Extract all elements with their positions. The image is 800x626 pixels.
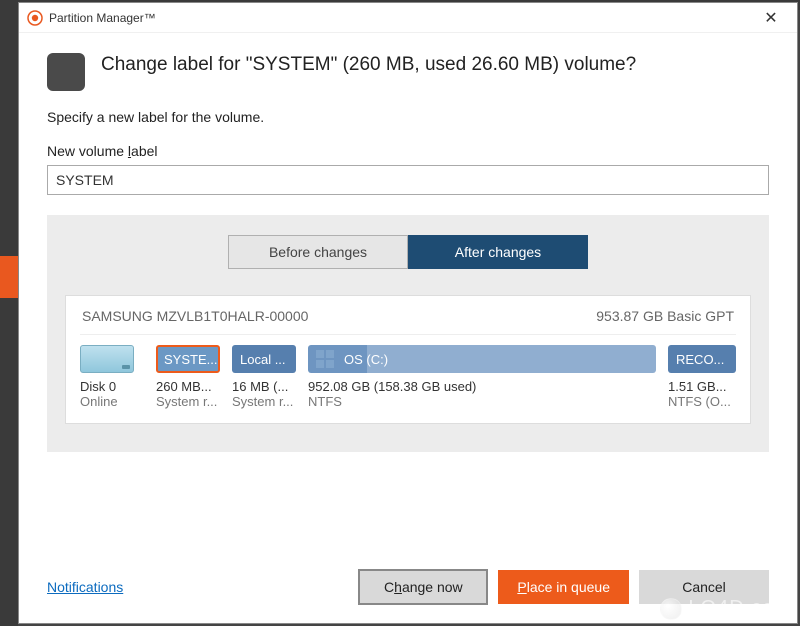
disk-index: Disk 0	[80, 379, 144, 394]
tab-after-changes[interactable]: After changes	[408, 235, 588, 269]
disk-column: Disk 0 Online	[80, 345, 144, 409]
partition-recovery-type: NTFS (O...	[668, 394, 736, 409]
partition-local-size: 16 MB (...	[232, 379, 296, 394]
window-title: Partition Manager™	[49, 11, 156, 25]
dialog-title: Change label for "SYSTEM" (260 MB, used …	[101, 53, 636, 78]
partition-local[interactable]: Local ... 16 MB (... System r...	[232, 345, 296, 409]
dialog-content: Change label for "SYSTEM" (260 MB, used …	[19, 33, 797, 551]
volume-label-caption: New volume label	[47, 143, 769, 159]
partition-local-type: System r...	[232, 394, 296, 409]
cancel-button[interactable]: Cancel	[639, 570, 769, 604]
notifications-link[interactable]: Notifications	[47, 579, 123, 595]
instruction-text: Specify a new label for the volume.	[47, 109, 769, 125]
dialog-footer: Notifications Change now Place in queue …	[19, 551, 797, 623]
windows-icon	[316, 350, 334, 368]
disk-card: SAMSUNG MZVLB1T0HALR-00000 953.87 GB Bas…	[65, 295, 751, 424]
titlebar: Partition Manager™ ✕	[19, 3, 797, 33]
partition-os-block[interactable]: OS (C:)	[308, 345, 656, 373]
background-sidebar-accent	[0, 256, 18, 298]
preview-tabs: Before changes After changes	[65, 235, 751, 269]
background-sidebar	[0, 0, 18, 626]
disk-model: SAMSUNG MZVLB1T0HALR-00000	[82, 308, 308, 324]
volume-label-input[interactable]	[47, 165, 769, 195]
partition-recovery[interactable]: RECO... 1.51 GB... NTFS (O...	[668, 345, 736, 409]
partition-os[interactable]: OS (C:) 952.08 GB (158.38 GB used) NTFS	[308, 345, 656, 409]
partition-os-size: 952.08 GB (158.38 GB used)	[308, 379, 656, 394]
place-in-queue-button[interactable]: Place in queue	[498, 570, 629, 604]
partition-recovery-size: 1.51 GB...	[668, 379, 736, 394]
app-icon	[27, 10, 43, 26]
disk-drive-icon	[80, 345, 134, 373]
partition-row: Disk 0 Online SYSTE... 260 MB... System …	[80, 345, 736, 409]
partition-system-block[interactable]: SYSTE...	[156, 345, 220, 373]
disk-status: Online	[80, 394, 144, 409]
partition-system-type: System r...	[156, 394, 220, 409]
tab-before-changes[interactable]: Before changes	[228, 235, 408, 269]
disk-header: SAMSUNG MZVLB1T0HALR-00000 953.87 GB Bas…	[80, 306, 736, 335]
preview-panel: Before changes After changes SAMSUNG MZV…	[47, 215, 769, 452]
partition-recovery-block[interactable]: RECO...	[668, 345, 736, 373]
dialog-header: Change label for "SYSTEM" (260 MB, used …	[47, 53, 769, 91]
volume-icon	[47, 53, 85, 91]
disk-summary: 953.87 GB Basic GPT	[596, 308, 734, 324]
close-icon[interactable]: ✕	[751, 4, 791, 32]
partition-local-block[interactable]: Local ...	[232, 345, 296, 373]
dialog-window: Partition Manager™ ✕ Change label for "S…	[18, 2, 798, 624]
change-now-button[interactable]: Change now	[358, 569, 488, 605]
partition-os-type: NTFS	[308, 394, 656, 409]
partition-system-size: 260 MB...	[156, 379, 220, 394]
partition-system[interactable]: SYSTE... 260 MB... System r...	[156, 345, 220, 409]
